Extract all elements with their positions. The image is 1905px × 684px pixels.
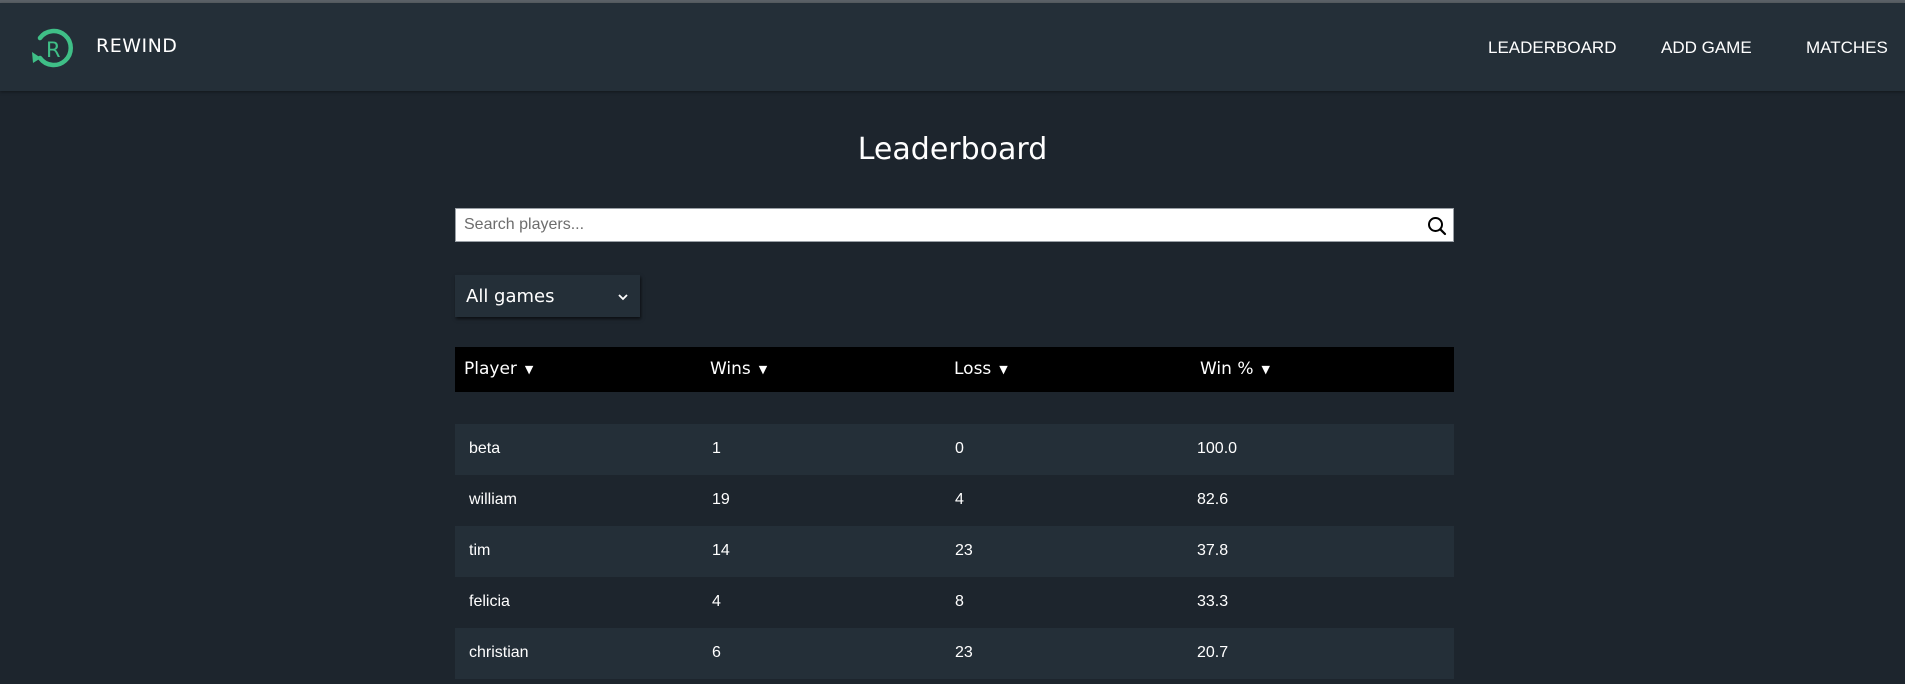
top-navbar: R REWIND LEADERBOARD ADD GAME MATCHES (0, 3, 1905, 91)
search-input[interactable] (456, 209, 1422, 241)
brand-name[interactable]: REWIND (96, 35, 177, 57)
sort-arrow-icon: ▼ (1261, 363, 1270, 376)
loss-value: 23 (955, 644, 973, 661)
search-bar (455, 208, 1454, 242)
table-row: beta 1 0 100.0 (455, 424, 1454, 475)
loss-value: 4 (955, 491, 964, 508)
nav-add-game-link[interactable]: ADD GAME (1661, 38, 1752, 58)
table-row: felicia 4 8 33.3 (455, 577, 1454, 628)
nav-leaderboard-link[interactable]: LEADERBOARD (1488, 38, 1616, 58)
loss-value: 8 (955, 593, 964, 610)
win-pct-value: 33.3 (1197, 593, 1229, 610)
wins-value: 1 (712, 440, 721, 457)
table-row: william 19 4 82.6 (455, 475, 1454, 526)
wins-value: 19 (712, 491, 730, 508)
loss-value: 23 (955, 542, 973, 559)
rewind-logo-icon[interactable]: R (30, 25, 76, 71)
table-header: Player ▼ Wins ▼ Loss ▼ Win % ▼ (455, 347, 1454, 392)
win-pct-value: 37.8 (1197, 542, 1229, 559)
chevron-down-icon (617, 290, 629, 302)
search-icon[interactable] (1427, 216, 1447, 236)
wins-value: 14 (712, 542, 730, 559)
svg-text:R: R (46, 38, 61, 62)
table-row: christian 6 23 20.7 (455, 628, 1454, 679)
player-name: william (469, 491, 517, 508)
page-title: Leaderboard (857, 132, 1048, 167)
leaderboard-rows: beta 1 0 100.0 william 19 4 82.6 tim 14 … (455, 424, 1454, 679)
player-name: felicia (469, 593, 510, 610)
game-filter-select[interactable]: All games (455, 275, 640, 317)
win-pct-value: 100.0 (1197, 440, 1238, 457)
win-pct-value: 82.6 (1197, 491, 1229, 508)
sort-arrow-icon: ▼ (999, 363, 1008, 376)
game-filter-value: All games (466, 285, 555, 307)
column-header-loss[interactable]: Loss ▼ (954, 359, 1008, 379)
win-pct-value: 20.7 (1197, 644, 1229, 661)
player-name: beta (469, 440, 501, 457)
player-name: tim (469, 542, 491, 559)
player-name: christian (469, 644, 529, 661)
wins-value: 6 (712, 644, 721, 661)
column-header-wins[interactable]: Wins ▼ (710, 359, 767, 379)
wins-value: 4 (712, 593, 721, 610)
sort-arrow-icon: ▼ (524, 363, 534, 376)
loss-value: 0 (955, 440, 964, 457)
table-row: tim 14 23 37.8 (455, 526, 1454, 577)
nav-matches-link[interactable]: MATCHES (1806, 38, 1888, 58)
column-header-win-pct[interactable]: Win % ▼ (1200, 359, 1270, 379)
sort-arrow-icon: ▼ (758, 363, 768, 376)
column-header-player[interactable]: Player ▼ (464, 359, 533, 379)
